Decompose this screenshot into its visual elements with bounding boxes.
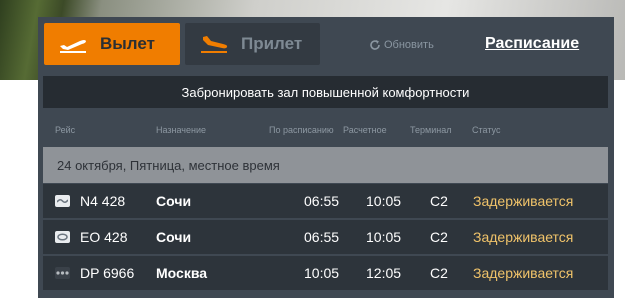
lounge-booking-banner[interactable]: Забронировать зал повышенной комфортност… [43,76,608,108]
column-header-status: Статус [472,125,501,135]
tab-arrivals[interactable]: Прилет [185,23,320,65]
flight-destination: Сочи [156,193,192,209]
refresh-icon [370,40,380,50]
schedule-link[interactable]: Расписание [485,35,579,53]
tab-arrivals-label: Прилет [241,34,303,53]
tab-departures-label: Вылет [100,34,155,53]
scheduled-time: 10:05 [304,265,340,281]
flight-destination: Москва [156,265,208,281]
flight-board-panel: Вылет Прилет Обновить Расписание Заброни… [38,17,614,298]
column-header-scheduled: По расписанию [269,125,334,135]
airline-logo-oval-icon [55,231,70,243]
flight-number: DP 6966 [80,265,135,281]
column-header-flight: Рейс [55,125,76,135]
plane-takeoff-icon [60,40,86,53]
terminal: C2 [430,265,448,281]
scheduled-time: 06:55 [304,193,340,209]
terminal: C2 [430,229,448,245]
flight-destination: Сочи [156,229,192,245]
flight-status: Задерживается [473,229,574,245]
estimated-time: 12:05 [366,265,402,281]
plane-landing-icon [201,36,228,53]
flight-number: EO 428 [80,229,128,245]
column-header-destination: Назначение [156,125,207,135]
flight-status: Задерживается [473,265,574,281]
refresh-button[interactable]: Обновить [369,39,434,51]
flight-number: N4 428 [80,193,126,209]
flight-status: Задерживается [473,193,574,209]
estimated-time: 10:05 [366,229,402,245]
flight-row[interactable]: N4 428 Сочи 06:55 10:05 C2 Задерживается [43,184,608,218]
date-header: 24 октября, Пятница, местное время [43,147,608,183]
airline-logo-wave-icon [55,195,70,207]
airline-logo-dots-icon [55,267,70,279]
date-label: 24 октября, Пятница, местное время [57,157,280,173]
column-header-estimated: Расчетное [343,125,387,135]
estimated-time: 10:05 [366,193,402,209]
flight-row[interactable]: EO 428 Сочи 06:55 10:05 C2 Задерживается [43,220,608,254]
terminal: C2 [430,193,448,209]
flight-row[interactable]: DP 6966 Москва 10:05 12:05 C2 Задерживае… [43,256,608,290]
refresh-label: Обновить [384,39,434,51]
scheduled-time: 06:55 [304,229,340,245]
column-header-terminal: Терминал [410,125,452,135]
tab-departures[interactable]: Вылет [44,23,180,65]
